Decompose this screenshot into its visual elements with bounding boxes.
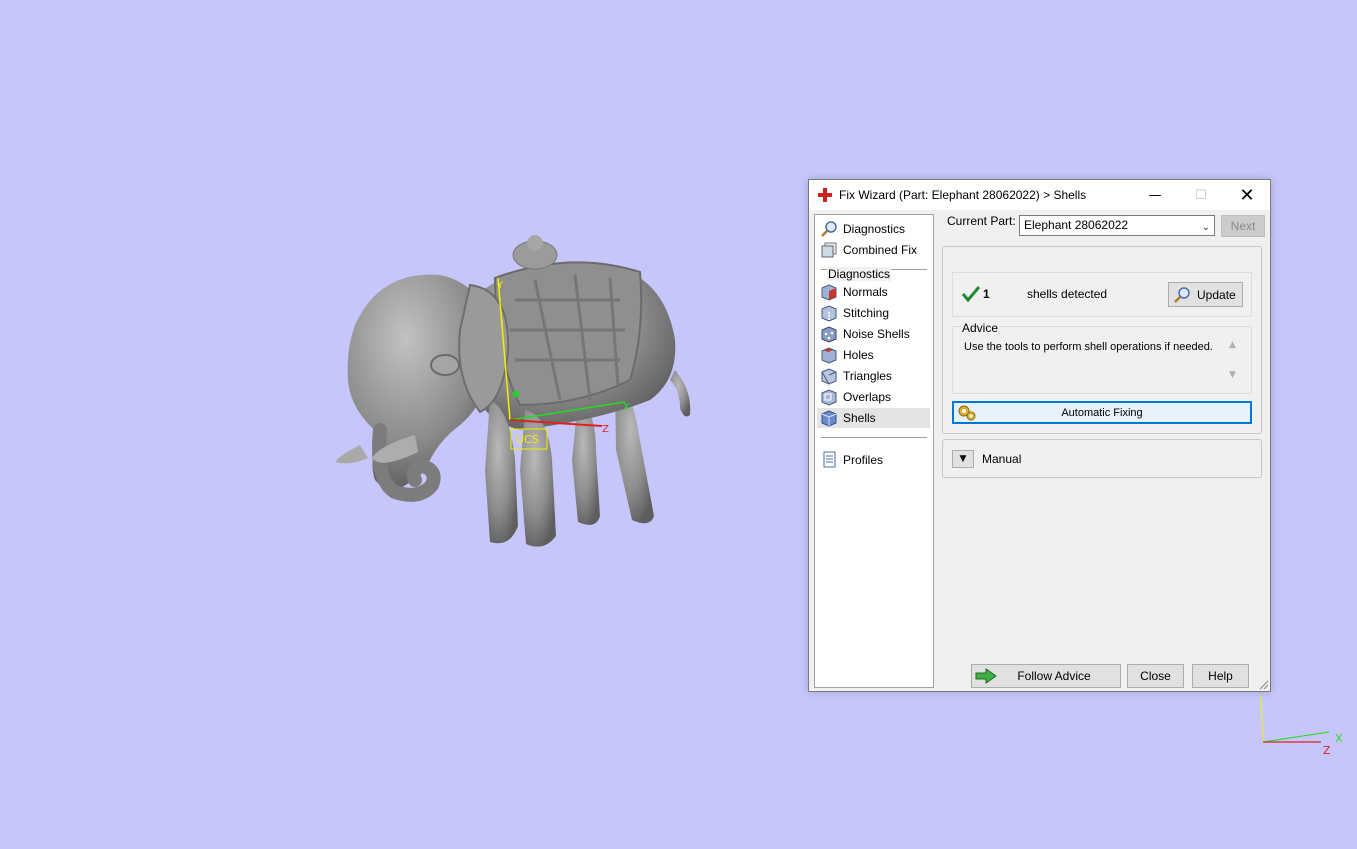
follow-advice-button[interactable]: Follow Advice: [971, 664, 1121, 688]
nav-item-triangles[interactable]: Triangles: [817, 366, 930, 386]
nav-item-label: Triangles: [843, 369, 892, 383]
advice-scrollbar[interactable]: ▲ ▼: [1227, 340, 1241, 386]
red-cross-icon: [818, 188, 832, 202]
close-button[interactable]: Close: [1127, 664, 1184, 688]
manual-label: Manual: [982, 452, 1022, 466]
scroll-down-icon[interactable]: ▼: [1229, 370, 1236, 380]
wizard-nav: Diagnostics Combined Fix Normals Stitchi…: [814, 214, 934, 688]
update-label: Update: [1197, 287, 1236, 302]
scroll-up-icon[interactable]: ▲: [1229, 340, 1236, 350]
current-part-label: Current Part:: [947, 214, 1016, 228]
document-icon: [823, 451, 836, 468]
nav-item-combined-fix[interactable]: Combined Fix: [817, 240, 930, 260]
manual-panel: ▼ Manual: [942, 439, 1262, 478]
svg-text:Z: Z: [602, 424, 609, 435]
nav-item-profiles[interactable]: Profiles: [817, 450, 930, 470]
advice-title: Advice: [961, 321, 1000, 335]
nav-item-label: Normals: [843, 285, 888, 299]
diagnostics-title: Diagnostics: [827, 267, 892, 281]
overlaps-cube-icon: [821, 389, 837, 406]
nav-item-overlaps[interactable]: Overlaps: [817, 387, 930, 407]
stitching-cube-icon: [821, 305, 837, 322]
noise-shells-cube-icon: [821, 326, 837, 343]
elephant-3d-model[interactable]: Y X Z UCS: [320, 230, 710, 560]
shells-cube-icon: [821, 410, 837, 427]
nav-item-label: Profiles: [843, 453, 884, 467]
gears-icon: [958, 405, 976, 421]
shells-detected-text: shells detected: [1027, 287, 1108, 301]
nav-item-stitching[interactable]: Stitching: [817, 303, 930, 323]
combined-fix-icon: [821, 242, 837, 258]
normals-cube-icon: [821, 284, 837, 301]
update-button[interactable]: Update: [1168, 282, 1243, 307]
nav-item-holes[interactable]: Holes: [817, 345, 930, 365]
nav-item-label: Diagnostics: [843, 222, 906, 236]
holes-cube-icon: [821, 347, 837, 364]
automatic-fixing-label: Automatic Fixing: [1061, 406, 1143, 419]
axis-triad: X Z: [1260, 694, 1343, 757]
green-arrow-icon: [975, 668, 997, 684]
nav-item-label: Combined Fix: [843, 243, 918, 257]
ucs-label: UCS: [516, 433, 539, 446]
nav-item-label: Holes: [843, 348, 874, 362]
automatic-fixing-button[interactable]: Automatic Fixing: [952, 401, 1252, 424]
resize-grip-icon[interactable]: [1259, 680, 1269, 690]
close-window-button[interactable]: ✕: [1224, 180, 1270, 210]
fix-wizard-dialog: Fix Wizard (Part: Elephant 28062022) > S…: [808, 179, 1271, 692]
window-title: Fix Wizard (Part: Elephant 28062022) > S…: [839, 188, 1087, 202]
maximize-button[interactable]: ☐: [1178, 180, 1224, 210]
nav-item-shells[interactable]: Shells: [817, 408, 930, 428]
svg-text:X: X: [623, 402, 630, 413]
expand-chevron-icon[interactable]: ▼: [952, 450, 974, 468]
checkmark-icon: [962, 286, 980, 302]
magnifier-icon: [1174, 286, 1190, 303]
nav-item-normals[interactable]: Normals: [817, 282, 930, 302]
nav-item-noise-shells[interactable]: Noise Shells: [817, 324, 930, 344]
title-bar[interactable]: Fix Wizard (Part: Elephant 28062022) > S…: [809, 180, 1270, 210]
triad-x-label: X: [1335, 732, 1343, 745]
next-button[interactable]: Next: [1221, 215, 1265, 237]
triangles-cube-icon: [821, 368, 837, 385]
chevron-down-icon: ⌄: [1201, 222, 1210, 233]
nav-item-label: Noise Shells: [843, 327, 910, 341]
advice-text: Use the tools to perform shell operation…: [964, 341, 1213, 353]
nav-item-label: Overlaps: [843, 390, 892, 404]
current-part-select[interactable]: Elephant 28062022 ⌄: [1019, 215, 1215, 236]
triad-z-label: Z: [1323, 744, 1331, 757]
current-part-value: Elephant 28062022: [1024, 218, 1129, 232]
magnifier-icon: [821, 221, 837, 237]
svg-text:Y: Y: [496, 280, 504, 291]
help-button[interactable]: Help: [1192, 664, 1249, 688]
nav-item-diagnostics[interactable]: Diagnostics: [817, 219, 930, 239]
nav-item-label: Shells: [843, 411, 876, 425]
shell-count: 1: [983, 287, 990, 301]
nav-separator: [821, 437, 927, 438]
advice-group: [952, 326, 1252, 394]
nav-item-label: Stitching: [843, 306, 890, 320]
follow-advice-label: Follow Advice: [1017, 669, 1091, 683]
minimize-button[interactable]: —: [1132, 180, 1178, 210]
